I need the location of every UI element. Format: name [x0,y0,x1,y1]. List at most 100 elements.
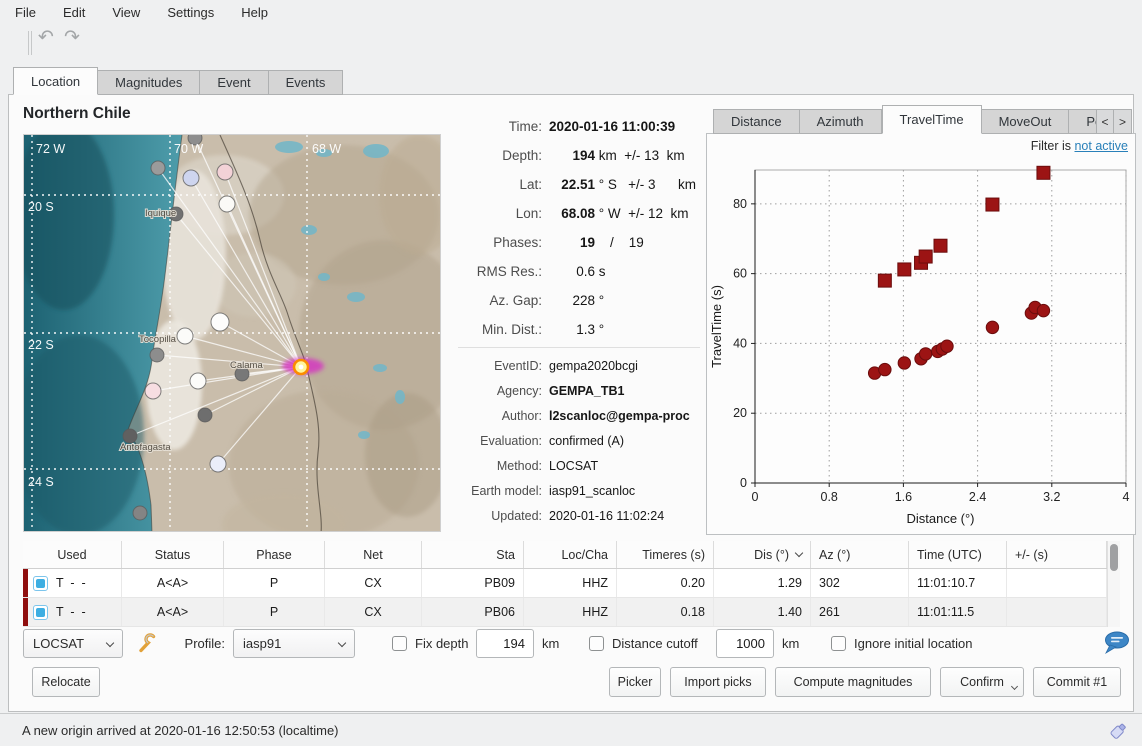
station-marker[interactable] [151,161,165,175]
table-scrollbar[interactable] [1107,541,1120,627]
plot-tab-azimuth[interactable]: Azimuth [800,109,882,134]
map[interactable]: 72 W70 W68 W20 S22 S24 SIquiqueTocopilla… [23,134,441,532]
table-row[interactable]: T - -A<A>PCXPB06HHZ0.181.4026111:01:11.5 [23,598,1120,627]
compute-magnitudes-button[interactable]: Compute magnitudes [775,667,931,697]
locator-settings-button[interactable] [135,632,158,655]
used-cell: T - - [23,598,122,626]
column-header-time-utc[interactable]: Time (UTC) [909,541,1007,568]
confirm-button[interactable]: Confirm [940,667,1024,697]
tab-scroll-left-button[interactable]: < [1096,109,1114,134]
tab-location[interactable]: Location [13,67,98,95]
data-point-s[interactable] [934,239,947,252]
data-point-p[interactable] [879,363,891,375]
plot-tab-distance[interactable]: Distance [713,109,800,134]
origin-summary-label: Lat: [456,177,542,192]
plot-tab-polar[interactable]: Polar [1069,109,1096,134]
column-header-used[interactable]: Used [23,541,122,568]
tab-events[interactable]: Events [269,70,344,95]
data-point-p[interactable] [941,340,953,352]
fix-depth-checkbox[interactable] [392,636,407,651]
column-header-timeres-s[interactable]: Timeres (s) [617,541,714,568]
menu-edit[interactable]: Edit [63,5,85,20]
profile-select-value: iasp91 [243,636,281,651]
column-header-s[interactable]: +/- (s) [1007,541,1107,568]
distance-cutoff-label: Distance cutoff [612,636,698,651]
station-marker[interactable] [211,313,229,331]
used-checkbox[interactable] [33,605,48,620]
plot-tab-moveout[interactable]: MoveOut [982,109,1070,134]
used-checkbox[interactable] [33,576,48,591]
plot-area [755,170,1126,483]
menu-view[interactable]: View [112,5,140,20]
sort-descending-icon [795,549,803,557]
data-point-p[interactable] [919,348,931,360]
ignore-initial-location-checkbox[interactable] [831,636,846,651]
table-scrollbar-thumb[interactable] [1110,544,1118,571]
redo-icon[interactable]: ↷ [64,26,80,48]
column-header-az[interactable]: Az (°) [811,541,909,568]
tab-magnitudes[interactable]: Magnitudes [98,70,200,95]
picker-button[interactable]: Picker [609,667,661,697]
cell-net: CX [325,569,422,597]
traveltime-chart[interactable]: 00.81.62.43.24020406080Distance (°)Trave… [707,134,1135,534]
station-marker[interactable] [183,170,199,186]
tab-scroll-right-button[interactable]: > [1114,109,1132,134]
tab-event[interactable]: Event [200,70,268,95]
lat-label: 24 S [28,475,54,489]
toolbar-grip[interactable] [28,31,32,55]
column-header-status[interactable]: Status [122,541,224,568]
station-marker[interactable] [123,429,137,443]
map-canvas[interactable]: 72 W70 W68 W20 S22 S24 SIquiqueTocopilla… [24,135,441,532]
column-header-dis[interactable]: Dis (°) [714,541,811,568]
station-marker[interactable] [177,328,193,344]
region-title: Northern Chile [23,105,131,123]
station-marker[interactable] [145,383,161,399]
data-point-p[interactable] [1037,304,1049,316]
menu-help[interactable]: Help [241,5,268,20]
station-marker[interactable] [217,164,233,180]
origin-summary-value: 1.3 ° [549,322,604,337]
city-label: Tocopilla [139,334,177,345]
y-tick-label: 20 [733,406,747,420]
data-point-s[interactable] [1037,166,1050,179]
relocate-button[interactable]: Relocate [32,667,100,697]
data-point-s[interactable] [898,263,911,276]
fix-depth-option: Fix depth [392,629,468,658]
column-header-loc-cha[interactable]: Loc/Cha [524,541,617,568]
import-picks-button[interactable]: Import picks [670,667,766,697]
origin-detail-label: Agency: [456,384,542,398]
column-header-phase[interactable]: Phase [224,541,325,568]
filter-status-link[interactable]: not active [1074,139,1128,153]
data-point-s[interactable] [878,274,891,287]
column-header-net[interactable]: Net [325,541,422,568]
profile-select[interactable]: iasp91 [233,629,355,658]
origin-detail-row: Earth model:iasp91_scanloc [456,478,708,503]
plot-tab-bar: DistanceAzimuthTravelTimeMoveOutPolar [713,105,1096,134]
connection-icon[interactable] [1106,719,1130,746]
profile-label: Profile: [159,629,225,658]
locator-select[interactable]: LOCSAT [23,629,123,658]
menu-settings[interactable]: Settings [167,5,214,20]
x-tick-label: 0.8 [821,490,838,504]
distance-cutoff-checkbox[interactable] [589,636,604,651]
data-point-s[interactable] [919,250,932,263]
comment-button[interactable] [1101,630,1131,656]
origin-summary-value: 2020-01-16 11:00:39 [549,119,675,134]
table-row[interactable]: T - -A<A>PCXPB09HHZ0.201.2930211:01:10.7 [23,569,1120,598]
undo-icon[interactable]: ↶ [38,26,54,48]
menu-file[interactable]: File [15,5,36,20]
station-marker[interactable] [210,456,226,472]
station-marker[interactable] [133,506,147,520]
station-marker[interactable] [198,408,212,422]
distance-cutoff-input[interactable] [716,629,774,658]
station-marker[interactable] [190,373,206,389]
data-point-p[interactable] [986,321,998,333]
fix-depth-input[interactable] [476,629,534,658]
plot-tab-traveltime[interactable]: TravelTime [882,105,982,134]
data-point-p[interactable] [898,357,910,369]
data-point-s[interactable] [986,198,999,211]
commit-button[interactable]: Commit #1 [1033,667,1121,697]
station-marker[interactable] [150,348,164,362]
column-header-sta[interactable]: Sta [422,541,524,568]
station-marker[interactable] [219,196,235,212]
